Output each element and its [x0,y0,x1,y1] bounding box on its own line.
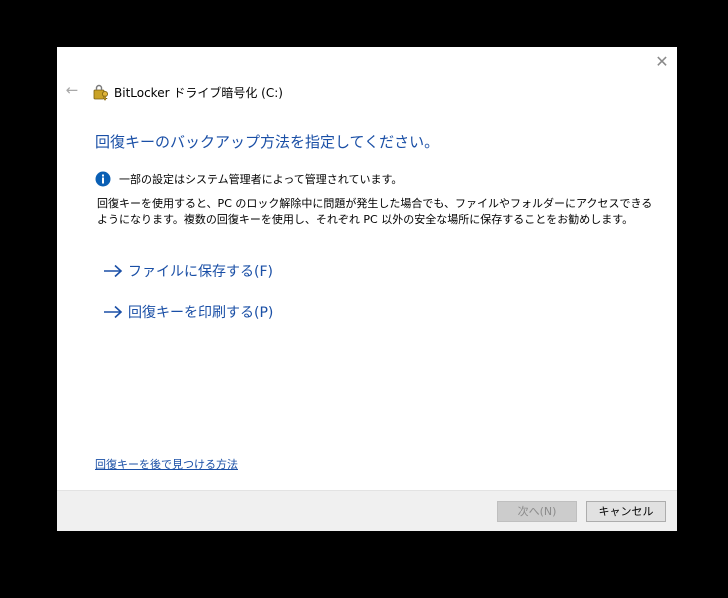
back-arrow-icon[interactable]: ← [66,81,79,99]
back-button[interactable]: ← [63,81,81,99]
save-to-file-option[interactable]: ファイルに保存する(F) [103,261,273,281]
close-icon[interactable]: ✕ [655,52,668,71]
cancel-button[interactable]: キャンセル [586,501,666,522]
info-icon [95,171,111,187]
close-button[interactable]: ✕ [653,53,671,71]
page-heading: 回復キーのバックアップ方法を指定してください。 [95,133,440,151]
dialog-footer: 次へ(N) キャンセル [57,490,677,531]
arrow-right-icon [104,264,123,278]
next-button[interactable]: 次へ(N) [497,501,577,522]
policy-notice-text: 一部の設定はシステム管理者によって管理されています。 [119,173,403,186]
arrow-right-icon [104,305,123,319]
window-title: BitLocker ドライブ暗号化 (C:) [114,85,283,100]
title-bar: BitLocker ドライブ暗号化 (C:) [93,83,283,101]
find-key-later-link[interactable]: 回復キーを後で見つける方法 [95,456,238,472]
save-to-file-label[interactable]: ファイルに保存する(F) [128,261,273,281]
print-key-option[interactable]: 回復キーを印刷する(P) [103,302,273,322]
bitlocker-key-icon [93,84,108,100]
bitlocker-dialog: ✕ ← BitLocker ドライブ暗号化 (C:) 回復キーのバックアップ方法… [57,47,677,531]
description-text: 回復キーを使用すると、PC のロック解除中に問題が発生した場合でも、ファイルやフ… [97,197,653,226]
policy-notice: 一部の設定はシステム管理者によって管理されています。 [95,170,402,188]
print-key-label[interactable]: 回復キーを印刷する(P) [128,302,273,322]
